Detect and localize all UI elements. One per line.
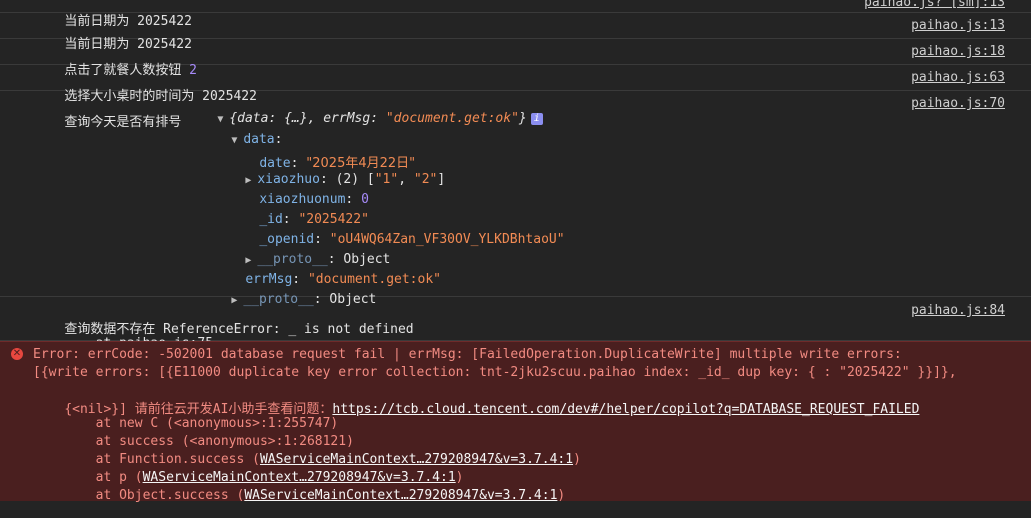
- info-icon[interactable]: i: [530, 112, 543, 125]
- error-icon: ✕: [11, 348, 23, 360]
- error-message-line: [{write errors: [{E11000 duplicate key e…: [33, 365, 957, 380]
- console-log-row: 选择大小桌时的时间为 2025422 paihao.js:63: [0, 65, 1031, 104]
- console-log-row: 当前日期为 2025422 paihao.js? [sm]:13: [0, 0, 1031, 29]
- console-error-row: ✕ Error: errCode: -502001 database reque…: [0, 341, 1031, 503]
- stack-line: at Object.success (WAServiceMainContext……: [64, 488, 566, 503]
- log-source-link[interactable]: paihao.js? [sm]:13: [864, 0, 1005, 10]
- console-object-row: 查询今天是否有排号 ▼ {data: {…}, errMsg: "document…: [0, 91, 1031, 307]
- log-source-link[interactable]: paihao.js:13: [911, 18, 1005, 33]
- log-source-link[interactable]: paihao.js:18: [911, 44, 1005, 59]
- log-message: 查询今天是否有排号: [64, 115, 182, 130]
- console-log-row: 点击了就餐人数按钮 2 paihao.js:18: [0, 39, 1031, 78]
- copilot-help-link[interactable]: https://tcb.cloud.tencent.com/dev#/helpe…: [332, 402, 919, 417]
- console-log-row: 查询数据不存在 ReferenceError: _ is not defined…: [0, 297, 1031, 351]
- log-source-link[interactable]: paihao.js:84: [911, 303, 1005, 318]
- error-message-line: Error: errCode: -502001 database request…: [33, 347, 902, 362]
- log-source-link[interactable]: paihao.js:63: [911, 70, 1005, 85]
- console-log-row: 当前日期为 2025422 paihao.js:13: [0, 13, 1031, 52]
- log-source-link[interactable]: paihao.js:70: [911, 96, 1005, 111]
